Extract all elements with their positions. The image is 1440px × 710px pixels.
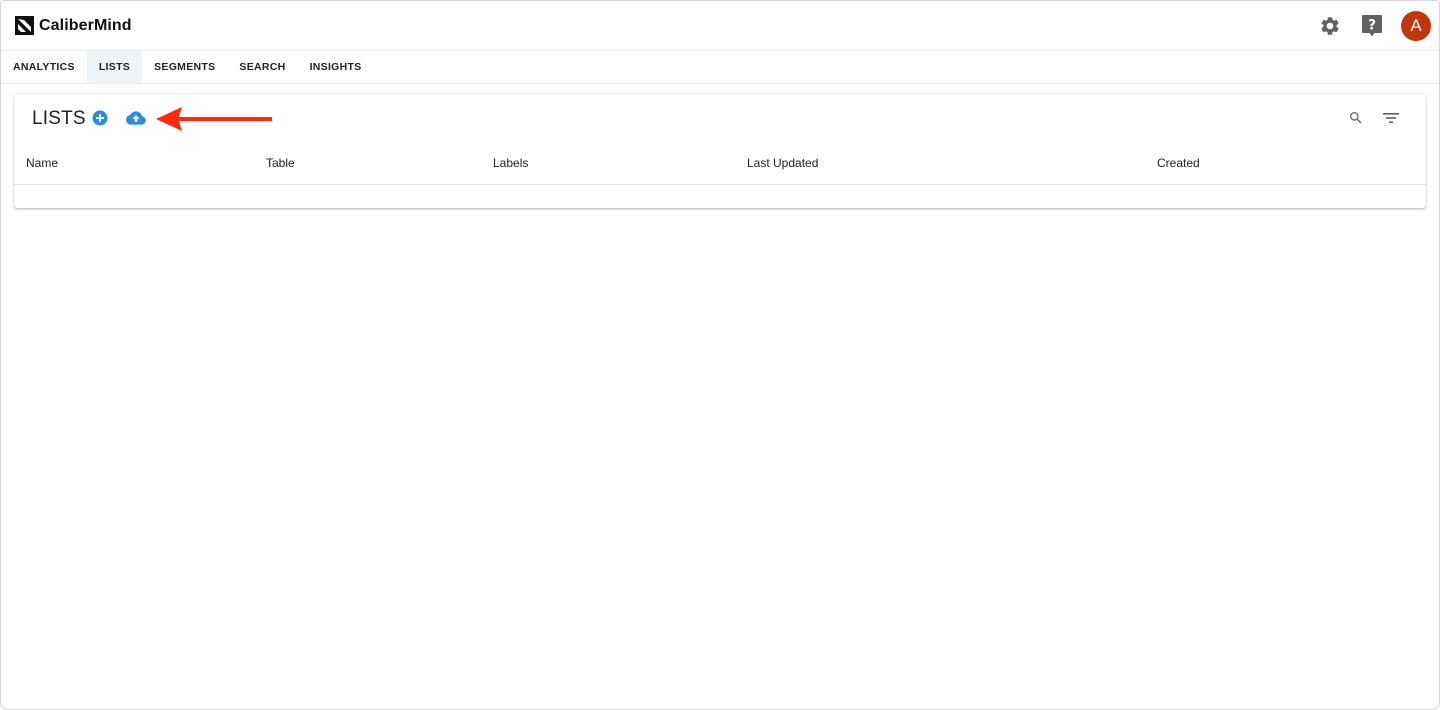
lists-card: LISTS Name Table Labels Last Updated Cre… bbox=[14, 94, 1426, 208]
column-header-labels[interactable]: Labels bbox=[493, 156, 528, 170]
logo-mark-icon bbox=[15, 16, 34, 35]
header-actions: ? A bbox=[1315, 11, 1431, 41]
app-window: CaliberMind ? A ANALYTICS LISTS SEGMENTS… bbox=[0, 0, 1440, 710]
column-header-name[interactable]: Name bbox=[26, 156, 58, 170]
column-header-table[interactable]: Table bbox=[266, 156, 295, 170]
page-title: LISTS bbox=[32, 108, 86, 129]
svg-text:?: ? bbox=[1368, 18, 1376, 34]
search-button[interactable] bbox=[1348, 110, 1364, 126]
tab-segments[interactable]: SEGMENTS bbox=[142, 51, 227, 83]
annotation-arrow bbox=[156, 107, 272, 131]
gear-icon bbox=[1321, 17, 1339, 35]
add-list-button[interactable] bbox=[92, 110, 108, 126]
settings-button[interactable] bbox=[1315, 11, 1345, 41]
tab-insights[interactable]: INSIGHTS bbox=[298, 51, 374, 83]
search-icon bbox=[1350, 112, 1362, 124]
help-icon: ? bbox=[1362, 15, 1382, 37]
column-header-last-updated[interactable]: Last Updated bbox=[747, 156, 818, 170]
column-header-created[interactable]: Created bbox=[1157, 156, 1200, 170]
upload-list-button[interactable] bbox=[126, 110, 146, 126]
tab-lists[interactable]: LISTS bbox=[86, 51, 143, 83]
brand-logo[interactable]: CaliberMind bbox=[15, 16, 132, 35]
filter-icon bbox=[1383, 113, 1399, 123]
user-avatar[interactable]: A bbox=[1401, 11, 1431, 41]
app-header: CaliberMind ? A bbox=[1, 1, 1439, 51]
tab-analytics[interactable]: ANALYTICS bbox=[1, 51, 87, 83]
main-nav: ANALYTICS LISTS SEGMENTS SEARCH INSIGHTS bbox=[1, 51, 1439, 84]
brand-name: CaliberMind bbox=[39, 16, 132, 34]
tab-search[interactable]: SEARCH bbox=[227, 51, 297, 83]
table-header: Name Table Labels Last Updated Created bbox=[14, 148, 1426, 185]
help-button[interactable]: ? bbox=[1357, 11, 1387, 41]
filter-button[interactable] bbox=[1383, 111, 1399, 125]
